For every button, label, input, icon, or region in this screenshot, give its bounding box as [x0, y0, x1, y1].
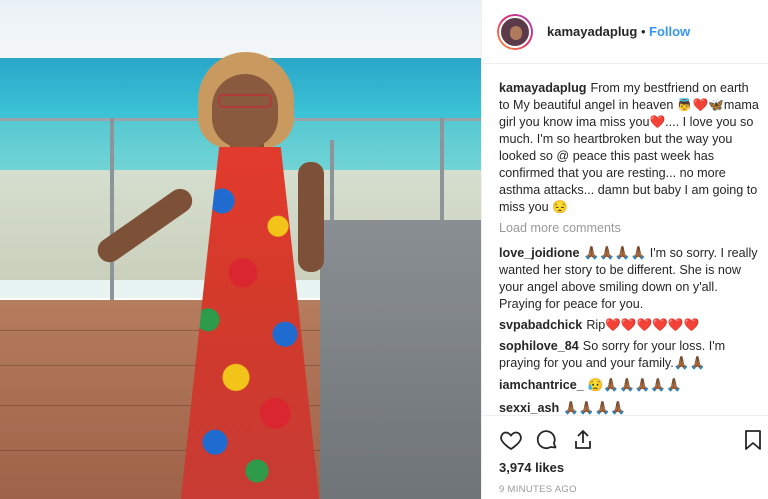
comment-username[interactable]: svpabadchick: [499, 318, 582, 332]
subject-arm: [298, 162, 324, 272]
comment-icon[interactable]: [535, 428, 559, 452]
comment-username[interactable]: love_joidione: [499, 246, 579, 260]
subject-glasses: [218, 94, 272, 108]
follow-button[interactable]: Follow: [649, 24, 690, 39]
header-username[interactable]: kamayadaplug: [547, 24, 637, 39]
railing-post: [440, 118, 444, 228]
photo-subject: [93, 52, 350, 499]
comment-text: 🙏🏾🙏🏾🙏🏾🙏🏾: [563, 401, 626, 415]
post-actions: 3,974 likes 9 MINUTES AGO: [482, 415, 768, 499]
comment-item: love_joidione 🙏🏾🙏🏾🙏🏾🙏🏾 I'm so sorry. I re…: [499, 245, 761, 313]
comment-text: Rip❤️❤️❤️❤️❤️❤️: [586, 318, 700, 332]
comment-item: svpabadchick Rip❤️❤️❤️❤️❤️❤️: [499, 317, 761, 334]
caption-text: From my bestfriend on earth to My beauti…: [499, 81, 759, 214]
comment-text: 😥🙏🏾🙏🏾🙏🏾🙏🏾🙏🏾: [587, 378, 682, 392]
railing-post: [110, 118, 114, 308]
avatar[interactable]: [497, 14, 533, 50]
comment-username[interactable]: sexxi_ash: [499, 401, 559, 415]
comment-username[interactable]: sophilove_84: [499, 339, 579, 353]
post-timestamp[interactable]: 9 MINUTES AGO: [499, 484, 577, 495]
header-separator-dot: •: [641, 24, 646, 39]
subject-face: [212, 74, 278, 148]
caption-username[interactable]: kamayadaplug: [499, 81, 587, 95]
post-photo[interactable]: [0, 0, 481, 499]
post-sidebar: kamayadaplug • Follow kamayadaplug From m…: [481, 0, 768, 499]
bookmark-icon[interactable]: [741, 428, 765, 452]
heart-icon[interactable]: [499, 428, 523, 452]
comment-username[interactable]: iamchantrice_: [499, 378, 584, 392]
comment-item: iamchantrice_ 😥🙏🏾🙏🏾🙏🏾🙏🏾🙏🏾: [499, 377, 761, 394]
likes-count[interactable]: 3,974 likes: [499, 460, 564, 475]
load-more-comments-link[interactable]: Load more comments: [499, 221, 621, 235]
comment-item: sophilove_84 So sorry for your loss. I'm …: [499, 338, 761, 372]
avatar-face: [510, 26, 522, 40]
share-icon[interactable]: [571, 428, 595, 452]
post-header: kamayadaplug • Follow: [482, 0, 768, 64]
avatar-image: [499, 16, 531, 48]
